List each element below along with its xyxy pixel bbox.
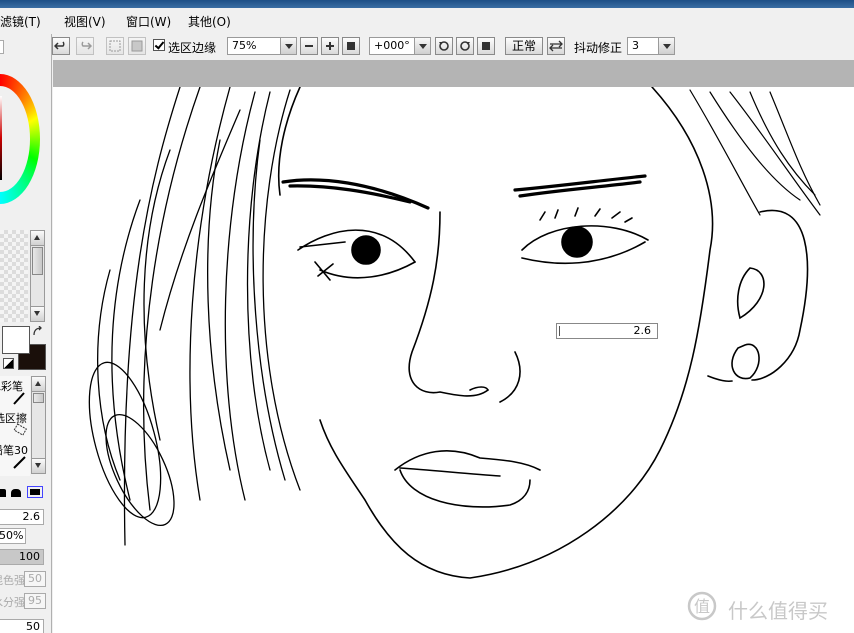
undo-icon xyxy=(54,41,65,50)
brush-shape-1[interactable] xyxy=(0,489,6,497)
menu-filter[interactable]: 滤镜(T) xyxy=(0,13,41,30)
pencil-icon xyxy=(13,456,26,469)
scroll-up-icon[interactable] xyxy=(31,231,44,246)
default-colors-icon[interactable] xyxy=(3,358,14,369)
flip-horizontal-button[interactable] xyxy=(547,37,565,55)
blend-field-1[interactable]: 50 xyxy=(24,571,46,587)
color-wheel-square[interactable] xyxy=(0,96,2,180)
watermark-text: 什么值得买 xyxy=(728,599,828,623)
stabilizer-label: 抖动修正 xyxy=(574,41,623,55)
rotation-combo[interactable]: +000° xyxy=(369,37,431,55)
stabilizer-value: 3 xyxy=(632,39,639,52)
drawing-canvas[interactable]: 2.6 xyxy=(53,87,854,633)
stabilizer-combo[interactable]: 3 xyxy=(627,37,675,55)
canvas-header-bar xyxy=(53,60,854,87)
face-sketch xyxy=(88,87,821,579)
redo-button[interactable] xyxy=(76,37,94,55)
menu-window[interactable]: 窗口(W) xyxy=(126,13,171,30)
deselect-button[interactable] xyxy=(106,37,124,55)
scroll-up-icon[interactable] xyxy=(32,377,45,392)
blend-field-2[interactable]: 95 xyxy=(24,593,46,609)
swap-colors-icon[interactable] xyxy=(32,326,44,338)
texture-scrollbar[interactable] xyxy=(30,230,45,322)
persistence-field[interactable]: 50 xyxy=(0,619,44,633)
normal-mode-button[interactable]: 正常 xyxy=(505,37,543,55)
selection-edge-checkbox[interactable] xyxy=(153,39,165,51)
chevron-down-icon xyxy=(280,38,296,54)
menu-bar: 滤镜(T) 视图(V) 窗口(W) 其他(O) xyxy=(0,8,854,34)
tool-scrollbar[interactable] xyxy=(31,376,46,474)
zoom-combo[interactable]: 75% xyxy=(227,37,297,55)
undo-button[interactable] xyxy=(52,37,70,55)
left-panel: 水彩笔 选区擦 铅笔30 2.6 50% 100 混色强度 50 水分强度 95… xyxy=(0,34,52,633)
chevron-down-icon xyxy=(414,38,430,54)
invert-selection-button[interactable] xyxy=(128,37,146,55)
chevron-down-icon xyxy=(658,38,674,54)
invert-selection-icon xyxy=(131,40,143,52)
watermark: 值 什么值得买 xyxy=(686,590,846,624)
toolbar: 选区边缘 75% +000° 正常 抖动修正 3 xyxy=(52,34,854,60)
plus-icon xyxy=(326,42,334,50)
minus-icon xyxy=(305,45,313,47)
title-bar-strip xyxy=(0,0,854,8)
flip-icon xyxy=(549,40,563,52)
scroll-thumb[interactable] xyxy=(32,247,43,275)
zoom-in-button[interactable] xyxy=(321,37,339,55)
brush-icon xyxy=(13,392,25,405)
eraser-icon xyxy=(13,423,28,436)
brush-size-field[interactable]: 2.6 xyxy=(0,509,44,525)
menu-other[interactable]: 其他(O) xyxy=(188,13,231,30)
rotation-value: +000° xyxy=(374,39,410,52)
selection-edge-label: 选区边缘 xyxy=(168,41,217,55)
brush-size-popup[interactable]: 2.6 xyxy=(556,323,658,339)
brush-size-multiplier[interactable]: 50% xyxy=(0,528,26,544)
brush-shape-row xyxy=(0,484,46,502)
redo-icon xyxy=(81,41,92,50)
scroll-down-icon[interactable] xyxy=(31,306,44,321)
rotate-right-button[interactable] xyxy=(456,37,474,55)
deselect-icon xyxy=(109,40,121,52)
brush-shape-2[interactable] xyxy=(11,489,21,497)
zoom-reset-button[interactable] xyxy=(342,37,360,55)
svg-text:值: 值 xyxy=(694,597,710,616)
menu-view[interactable]: 视图(V) xyxy=(64,13,106,30)
paper-texture-list[interactable] xyxy=(0,230,28,322)
collapse-tab[interactable] xyxy=(0,40,4,54)
zhi-logo-icon: 值 xyxy=(687,591,717,621)
scroll-thumb[interactable] xyxy=(33,393,44,403)
foreground-color-swatch[interactable] xyxy=(2,326,30,354)
rotate-left-icon xyxy=(439,41,449,51)
reset-icon xyxy=(482,42,490,50)
density-slider[interactable]: 100 xyxy=(0,549,44,565)
brush-shape-3[interactable] xyxy=(27,486,43,498)
scroll-down-icon[interactable] xyxy=(32,458,45,473)
reset-icon xyxy=(347,42,355,50)
zoom-value: 75% xyxy=(232,39,257,52)
zoom-out-button[interactable] xyxy=(300,37,318,55)
rotate-left-button[interactable] xyxy=(435,37,453,55)
rotate-right-icon xyxy=(460,41,470,51)
rotation-reset-button[interactable] xyxy=(477,37,495,55)
